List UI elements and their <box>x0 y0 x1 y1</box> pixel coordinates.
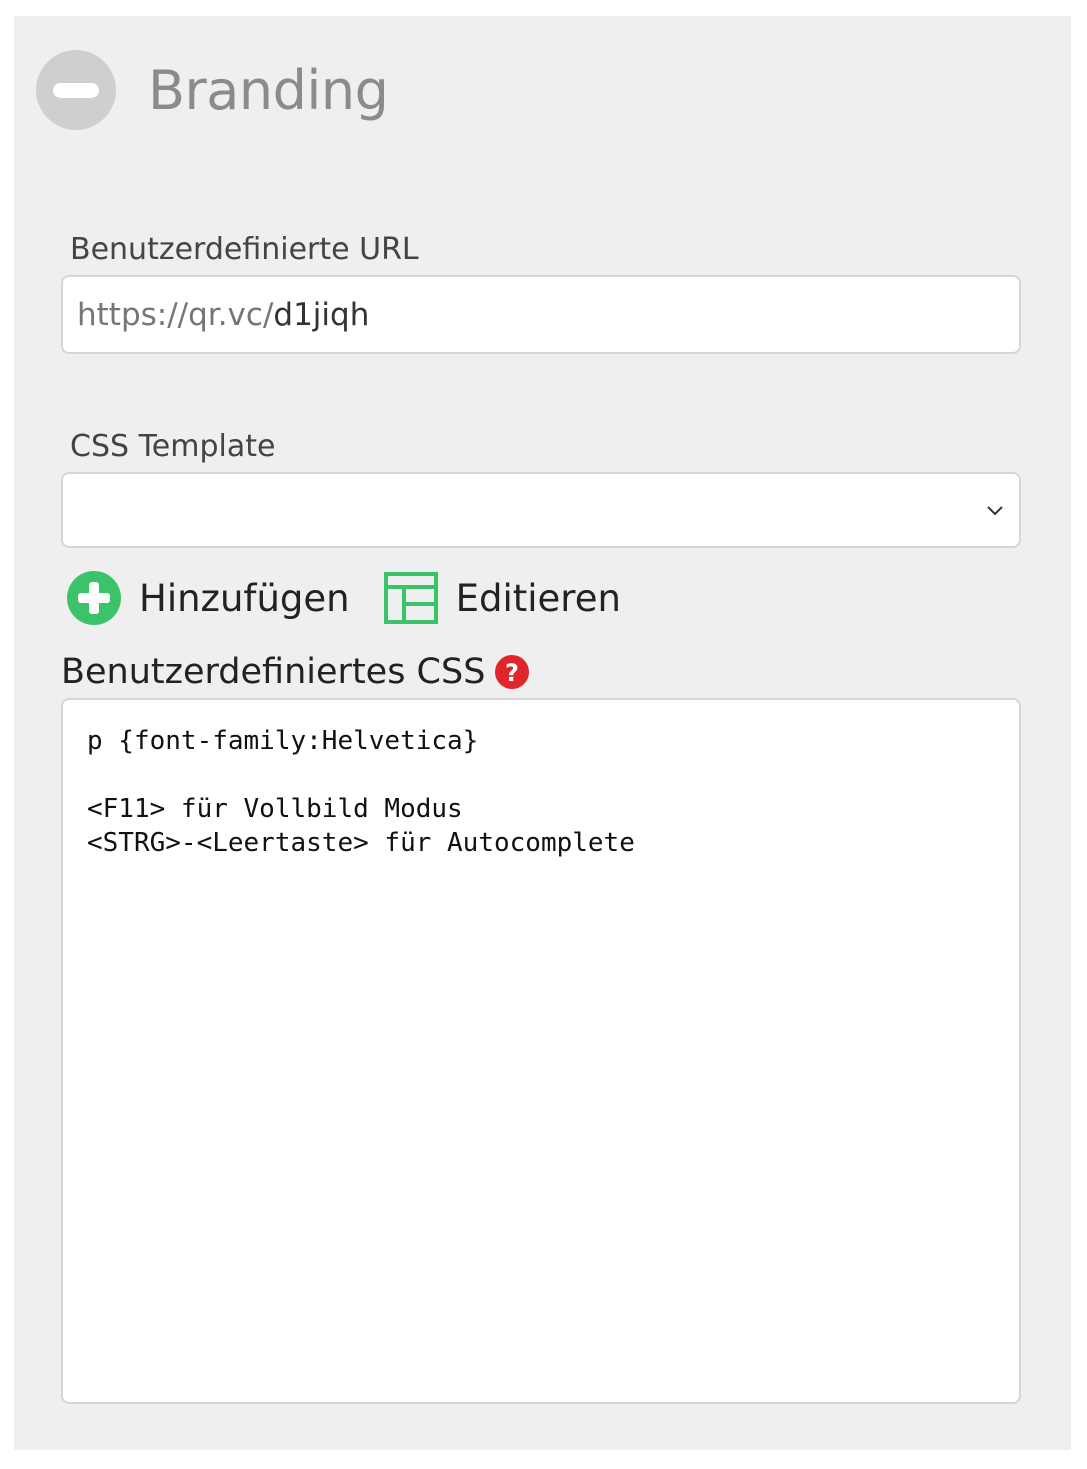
add-template-button[interactable]: Hinzufügen <box>67 571 350 625</box>
edit-template-label: Editieren <box>455 576 621 620</box>
template-actions: Hinzufügen Editieren <box>67 570 621 626</box>
plus-circle-icon <box>67 571 121 625</box>
table-edit-icon <box>383 572 438 624</box>
custom-css-label-row: Benutzerdefiniertes CSS ? <box>61 652 530 692</box>
code-line: <F11> für Vollbild Modus <box>87 794 463 824</box>
code-line: p {font-family:Helvetica} <box>87 726 479 756</box>
custom-css-label: Benutzerdefiniertes CSS <box>61 652 486 692</box>
svg-text:?: ? <box>505 659 519 687</box>
section-header: Branding <box>36 50 389 130</box>
chevron-down-icon <box>987 506 1003 516</box>
url-prefix: https://qr.vc/ <box>77 296 274 333</box>
css-template-select[interactable] <box>61 472 1021 548</box>
section-title: Branding <box>148 58 389 122</box>
add-template-label: Hinzufügen <box>139 576 350 620</box>
custom-url-label: Benutzerdefinierte URL <box>70 232 419 267</box>
code-line: <STRG>-<Leertaste> für Autocomplete <box>87 828 635 858</box>
collapse-button[interactable] <box>36 50 116 130</box>
custom-url-input[interactable]: https://qr.vc/d1jiqh <box>61 275 1021 354</box>
css-template-label: CSS Template <box>70 429 276 464</box>
help-icon[interactable]: ? <box>495 655 530 689</box>
custom-css-editor[interactable]: p {font-family:Helvetica} <F11> für Voll… <box>61 698 1021 1404</box>
minus-circle-icon <box>53 82 99 98</box>
edit-template-button[interactable]: Editieren <box>383 572 621 624</box>
url-value: d1jiqh <box>273 296 370 333</box>
branding-panel: Branding Benutzerdefinierte URL https://… <box>14 16 1071 1450</box>
